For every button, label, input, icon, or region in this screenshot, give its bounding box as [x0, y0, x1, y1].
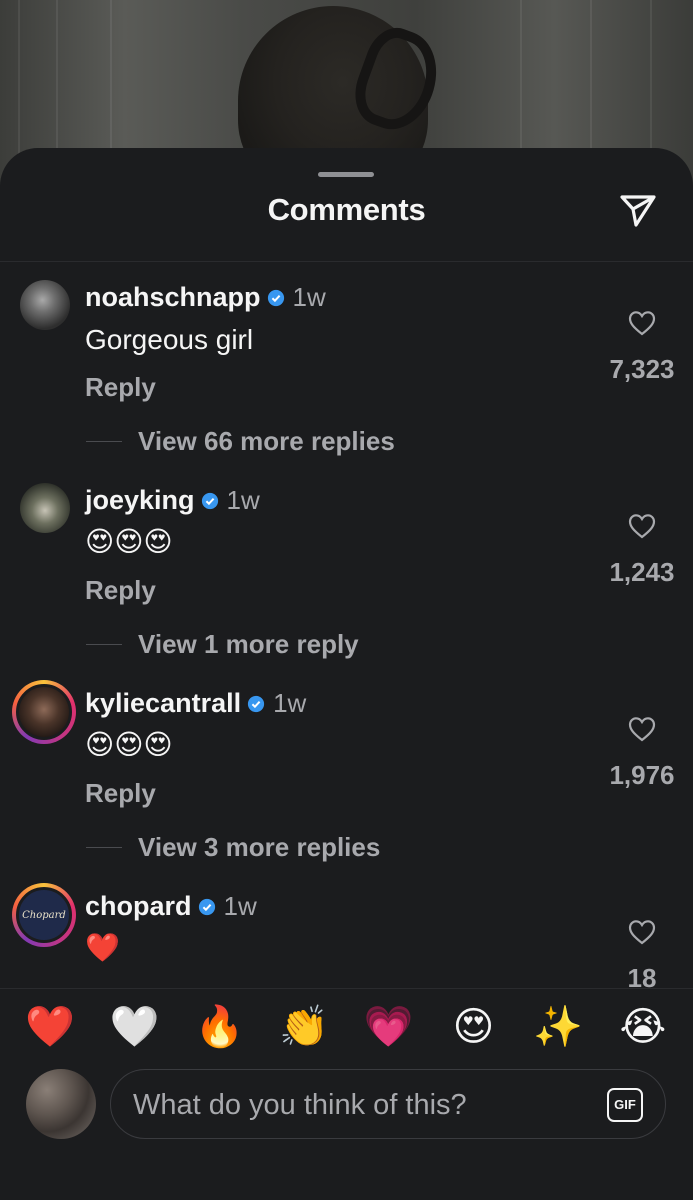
reply-button[interactable]: Reply [85, 575, 156, 606]
view-replies-button[interactable]: View 1 more reply [138, 629, 359, 660]
comment-time: 1w [292, 282, 326, 312]
reaction-white-heart[interactable]: 🤍 [107, 1003, 163, 1051]
current-user-avatar [26, 1069, 96, 1139]
avatar[interactable]: Chopard [12, 883, 76, 947]
heart-icon[interactable] [628, 310, 656, 336]
verified-icon [201, 492, 218, 509]
comment-username[interactable]: kyliecantrall [85, 688, 241, 719]
heart-icon[interactable] [628, 919, 656, 945]
comment-time: 1w [273, 688, 307, 718]
replies-divider [86, 847, 122, 848]
comment-username[interactable]: joeyking [85, 485, 195, 516]
reply-button[interactable]: Reply [85, 372, 156, 403]
avatar[interactable] [20, 483, 70, 533]
chopard-logo: Chopard [22, 909, 66, 921]
view-replies-button[interactable]: View 3 more replies [138, 832, 380, 863]
comment-text: Gorgeous girl [85, 324, 254, 355]
drag-handle[interactable] [318, 172, 374, 177]
header-divider [0, 261, 693, 262]
composer-area: ❤️ 🤍 🔥 👏 💗 😍 ✨ 😭 GIF [0, 988, 693, 1200]
comment-input[interactable] [133, 1082, 573, 1128]
reaction-clap[interactable]: 👏 [276, 1003, 332, 1051]
comment-username[interactable]: chopard [85, 891, 192, 922]
comment-text: ❤️ [85, 932, 120, 963]
share-button[interactable] [616, 188, 660, 232]
like-group: 1,976 [597, 716, 687, 791]
reaction-crying[interactable]: 😭 [615, 1003, 671, 1051]
like-group: 7,323 [597, 310, 687, 385]
like-group: 18 [597, 919, 687, 994]
like-group: 1,243 [597, 513, 687, 588]
reaction-pink-heart[interactable]: 💗 [361, 1003, 417, 1051]
comment-input-box[interactable]: GIF [110, 1069, 666, 1139]
quick-reactions: ❤️ 🤍 🔥 👏 💗 😍 ✨ 😭 [22, 1003, 671, 1051]
like-count: 7,323 [609, 354, 675, 384]
replies-divider [86, 644, 122, 645]
heart-icon[interactable] [628, 716, 656, 742]
like-count: 1,976 [609, 760, 675, 790]
reaction-fire[interactable]: 🔥 [191, 1003, 247, 1051]
comment-text: 😍😍😍 [85, 526, 173, 557]
comment-time: 1w [223, 891, 257, 921]
reply-button[interactable]: Reply [85, 778, 156, 809]
reaction-heart[interactable]: ❤️ [22, 1003, 78, 1051]
verified-icon [198, 898, 215, 915]
comment-text: 😍😍😍 [85, 729, 173, 760]
reaction-heart-eyes[interactable]: 😍 [446, 1003, 502, 1051]
avatar[interactable] [12, 680, 76, 744]
comment-username[interactable]: noahschnapp [85, 282, 261, 313]
like-count: 1,243 [609, 557, 675, 587]
view-replies-button[interactable]: View 66 more replies [138, 426, 395, 457]
avatar[interactable] [20, 280, 70, 330]
replies-divider [86, 441, 122, 442]
share-icon [620, 195, 656, 227]
verified-icon [247, 695, 265, 712]
comment-time: 1w [226, 485, 260, 515]
gif-icon[interactable]: GIF [607, 1088, 643, 1122]
verified-icon [267, 289, 284, 306]
heart-icon[interactable] [628, 513, 656, 539]
reaction-sparkles[interactable]: ✨ [530, 1003, 586, 1051]
sheet-title: Comments [267, 192, 426, 227]
